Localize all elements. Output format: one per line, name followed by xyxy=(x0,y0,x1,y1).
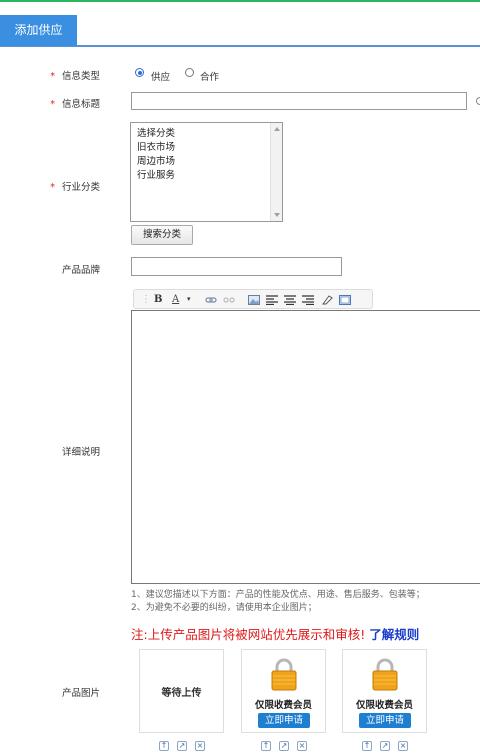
required-mark: * xyxy=(50,71,55,82)
radio-cooperation[interactable] xyxy=(185,68,194,77)
category-label-text: 行业分类 xyxy=(61,182,100,193)
apply-now-button[interactable]: 立即申请 xyxy=(258,713,310,728)
image-icon[interactable] xyxy=(248,295,260,305)
open-icon[interactable]: ↗ xyxy=(177,741,187,751)
radio-supply-label: 供应 xyxy=(151,72,171,83)
scroll-up-arrow-icon[interactable] xyxy=(274,127,280,131)
images-label: 产品图片 xyxy=(61,688,100,699)
members-only-text: 仅限收费会员 xyxy=(254,700,312,711)
brand-label: 产品品牌 xyxy=(61,265,100,276)
info-type-label-text: 信息类型 xyxy=(61,71,100,82)
required-mark: * xyxy=(50,99,55,110)
upload-icon[interactable]: ↑ xyxy=(362,741,372,751)
align-left-icon[interactable] xyxy=(266,295,278,305)
radio-cooperation-label: 合作 xyxy=(200,72,220,83)
category-option[interactable]: 选择分类 xyxy=(137,128,175,140)
upload-icon[interactable]: ↑ xyxy=(159,741,169,751)
title-label: * 信息标题 xyxy=(0,96,100,110)
brand-input[interactable] xyxy=(131,257,342,276)
tab-add-supply[interactable]: 添加供应 xyxy=(0,15,77,46)
image-slot[interactable]: 等待上传 xyxy=(139,649,224,733)
eraser-icon[interactable] xyxy=(321,295,333,305)
image-slot-locked: 仅限收费会员 立即申请 xyxy=(241,649,326,733)
upload-notice-text: 注:上传产品图片将被网站优先展示和审核! xyxy=(131,627,366,642)
scroll-down-arrow-icon[interactable] xyxy=(274,213,280,217)
apply-now-button[interactable]: 立即申请 xyxy=(359,713,411,728)
source-view-icon[interactable] xyxy=(339,295,351,305)
lock-icon xyxy=(271,658,297,691)
title-label-text: 信息标题 xyxy=(61,99,100,110)
lock-icon xyxy=(372,658,398,691)
upload-notice: 注:上传产品图片将被网站优先展示和审核! 了解规则 xyxy=(131,624,419,643)
top-accent-line xyxy=(0,0,480,2)
editor-toolbar: ⋮ B A ▾ xyxy=(133,289,373,309)
align-right-icon[interactable] xyxy=(302,295,314,305)
font-color-icon[interactable]: A xyxy=(172,293,179,306)
category-option[interactable]: 旧衣市场 xyxy=(137,142,175,154)
category-label: * 行业分类 xyxy=(0,179,100,193)
title-input[interactable] xyxy=(131,92,467,110)
align-center-icon[interactable] xyxy=(284,295,296,305)
category-option[interactable]: 周边市场 xyxy=(137,156,175,168)
toolbar-grip-icon: ⋮ xyxy=(141,294,151,305)
search-category-button[interactable]: 搜索分类 xyxy=(131,225,193,245)
members-only-text: 仅限收费会员 xyxy=(355,700,413,711)
tab-bar: 添加供应 xyxy=(0,14,480,47)
info-type-label: * 信息类型 xyxy=(0,68,100,82)
tip-line-2: 2、为避免不必要的纠纷，请使用本企业图片； xyxy=(131,603,317,613)
upload-icon[interactable]: ↑ xyxy=(261,741,271,751)
delete-icon[interactable]: × xyxy=(297,741,307,751)
font-color-dropdown-icon[interactable]: ▾ xyxy=(187,293,191,306)
radio-supply[interactable] xyxy=(135,68,144,77)
required-mark: * xyxy=(50,182,55,193)
waiting-upload-text: 等待上传 xyxy=(161,688,202,699)
bold-icon[interactable]: B xyxy=(154,293,162,306)
category-listbox[interactable]: 选择分类 旧衣市场 周边市场 行业服务 xyxy=(130,122,283,222)
delete-icon[interactable]: × xyxy=(195,741,205,751)
open-icon[interactable]: ↗ xyxy=(380,741,390,751)
image-slot-locked: 仅限收费会员 立即申请 xyxy=(342,649,427,733)
detail-label: 详细说明 xyxy=(61,447,100,458)
listbox-scrollbar[interactable] xyxy=(270,123,282,221)
tip-line-1: 1、建议您描述以下方面：产品的性能及优点、用途、售后服务、包装等； xyxy=(131,590,425,600)
detail-editor[interactable] xyxy=(131,310,480,584)
unlink-icon[interactable] xyxy=(223,295,235,305)
link-icon[interactable] xyxy=(205,295,217,305)
category-option[interactable]: 行业服务 xyxy=(137,170,175,182)
delete-icon[interactable]: × xyxy=(398,741,408,751)
help-icon[interactable] xyxy=(476,97,480,105)
rules-link[interactable]: 了解规则 xyxy=(369,627,419,642)
open-icon[interactable]: ↗ xyxy=(279,741,289,751)
